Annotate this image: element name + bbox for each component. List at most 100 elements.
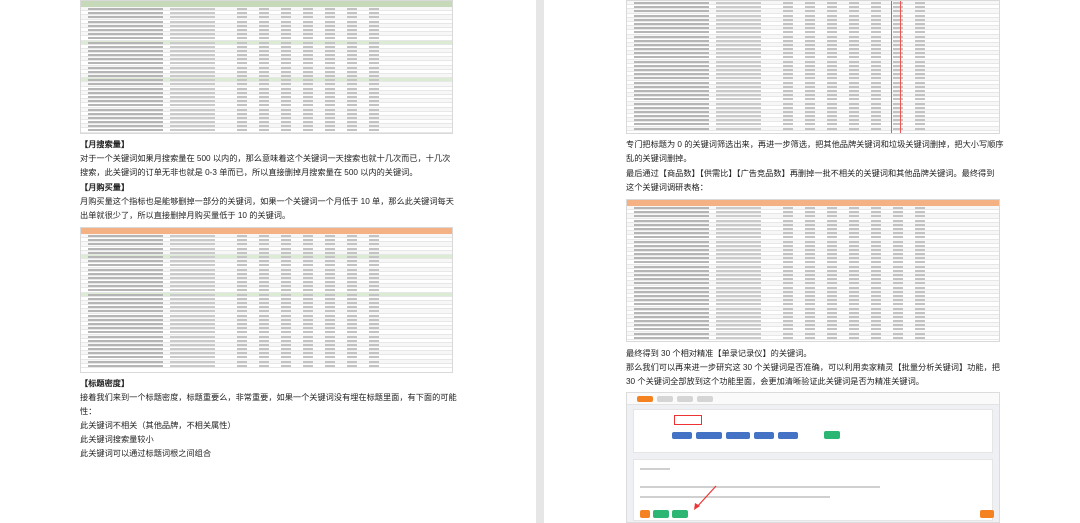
sheet-cell <box>236 281 386 284</box>
sheet-cell <box>716 18 761 21</box>
sheet-cell <box>783 290 933 293</box>
sheet-cell <box>236 243 386 246</box>
sheet-cell <box>634 223 709 226</box>
sheet-cell <box>783 110 933 113</box>
sheet-cell <box>634 207 709 209</box>
sheet-cell <box>716 215 761 218</box>
tool-tab <box>697 396 713 402</box>
title-density-item-1: 此关键词不相关（其他品牌，不相关属性） <box>80 421 236 430</box>
sheet-cell <box>170 28 215 31</box>
sheet-cell <box>88 125 163 128</box>
sheet-cell <box>716 73 761 76</box>
sheet-cell <box>170 260 215 263</box>
tool-screenshot-batch-keyword-analysis <box>626 392 1000 523</box>
sheet-cell <box>716 336 761 339</box>
sheet-cell <box>716 269 761 272</box>
sheet-cell <box>88 251 163 254</box>
sheet-cell <box>236 255 386 258</box>
sheet-cell <box>783 261 933 264</box>
sheet-cell <box>88 116 163 119</box>
sheet-cell <box>716 35 761 38</box>
keyword-chip <box>726 432 750 439</box>
sheet-cell <box>170 327 215 330</box>
sheet-cell <box>236 327 386 330</box>
title-density-item-2: 此关键词搜索量较小 <box>80 435 154 444</box>
sheet-cell <box>783 56 933 59</box>
sheet-cell <box>783 22 933 25</box>
sheet-cell <box>716 31 761 34</box>
sheet-cell <box>634 22 709 25</box>
sheet-cell <box>783 324 933 327</box>
sheet-cell <box>88 352 163 355</box>
sheet-cell <box>783 106 933 109</box>
sheet-cell <box>716 85 761 88</box>
sheet-cell <box>783 299 933 302</box>
sheet-cell <box>783 332 933 335</box>
sheet-cell <box>88 356 163 359</box>
sheet-cell <box>88 62 163 65</box>
sheet-cell <box>634 253 709 256</box>
sheet-cell <box>88 75 163 77</box>
sheet-cell <box>170 306 215 309</box>
sheet-cell <box>783 211 933 214</box>
title-density-line-2: 性： <box>80 407 97 416</box>
action-button <box>980 510 994 518</box>
sheet-cell <box>783 294 933 297</box>
sheet-cell <box>634 290 709 293</box>
filter-line <box>640 468 670 470</box>
sheet-row <box>627 336 999 340</box>
sheet-cell <box>783 240 933 243</box>
sheet-cell <box>170 247 215 250</box>
sheet-cell <box>170 343 215 346</box>
sheet-cell <box>716 39 761 42</box>
sheet-cell <box>634 106 709 109</box>
sheet-cell <box>88 70 163 73</box>
sheet-cell <box>88 327 163 330</box>
sheet-cell <box>716 2 761 4</box>
sheet-cell <box>170 125 215 128</box>
sheet-cell <box>236 45 386 48</box>
sheet-cell <box>634 211 709 214</box>
sheet-cell <box>236 276 386 279</box>
sheet-cell <box>783 227 933 230</box>
sheet-cell <box>236 37 386 40</box>
sheet-cell <box>634 215 709 218</box>
sheet-cell <box>783 282 933 285</box>
sheet-cell <box>236 343 386 346</box>
sheet-cell <box>634 102 709 105</box>
keyword-chip <box>696 432 722 439</box>
sheet-cell <box>634 94 709 97</box>
sheet-cell <box>634 286 709 289</box>
month-search-line-1: 对于一个关键词如果月搜索量在 500 以内的，那么意味着这个关键词一天搜索也就十… <box>80 154 451 163</box>
sheet-cell <box>716 311 761 314</box>
sheet-cell <box>236 112 386 115</box>
right-para2-line-1: 最后通过【商品数】【供需比】【广告竞品数】再删掉一批不相关的关键词和其他品牌关键… <box>626 169 995 178</box>
sheet-cell <box>170 348 215 351</box>
sheet-cell <box>634 81 709 84</box>
sheet-cell <box>716 274 761 276</box>
sheet-cell <box>88 87 163 90</box>
sheet-cell <box>170 281 215 284</box>
sheet-cell <box>783 43 933 46</box>
month-search-heading: 【月搜索量】 <box>80 140 130 149</box>
sheet-cell <box>170 108 215 111</box>
sheet-cell <box>88 45 163 48</box>
sheet-cell <box>170 41 215 44</box>
sheet-cell <box>716 115 761 118</box>
sheet-cell <box>783 85 933 88</box>
sheet-cell <box>634 110 709 113</box>
sheet-cell <box>170 91 215 94</box>
sheet-cell <box>88 129 163 132</box>
sheet-cell <box>783 236 933 239</box>
sheet-cell <box>783 123 933 126</box>
sheet-cell <box>170 58 215 61</box>
sheet-cell <box>634 48 709 51</box>
sheet-cell <box>783 320 933 323</box>
sheet-cell <box>170 75 215 77</box>
sheet-cell <box>88 247 163 250</box>
sheet-cell <box>88 272 163 275</box>
sheet-cell <box>236 239 386 242</box>
sheet-cell <box>716 294 761 297</box>
sheet-rows <box>81 7 452 133</box>
sheet-cell <box>716 56 761 59</box>
